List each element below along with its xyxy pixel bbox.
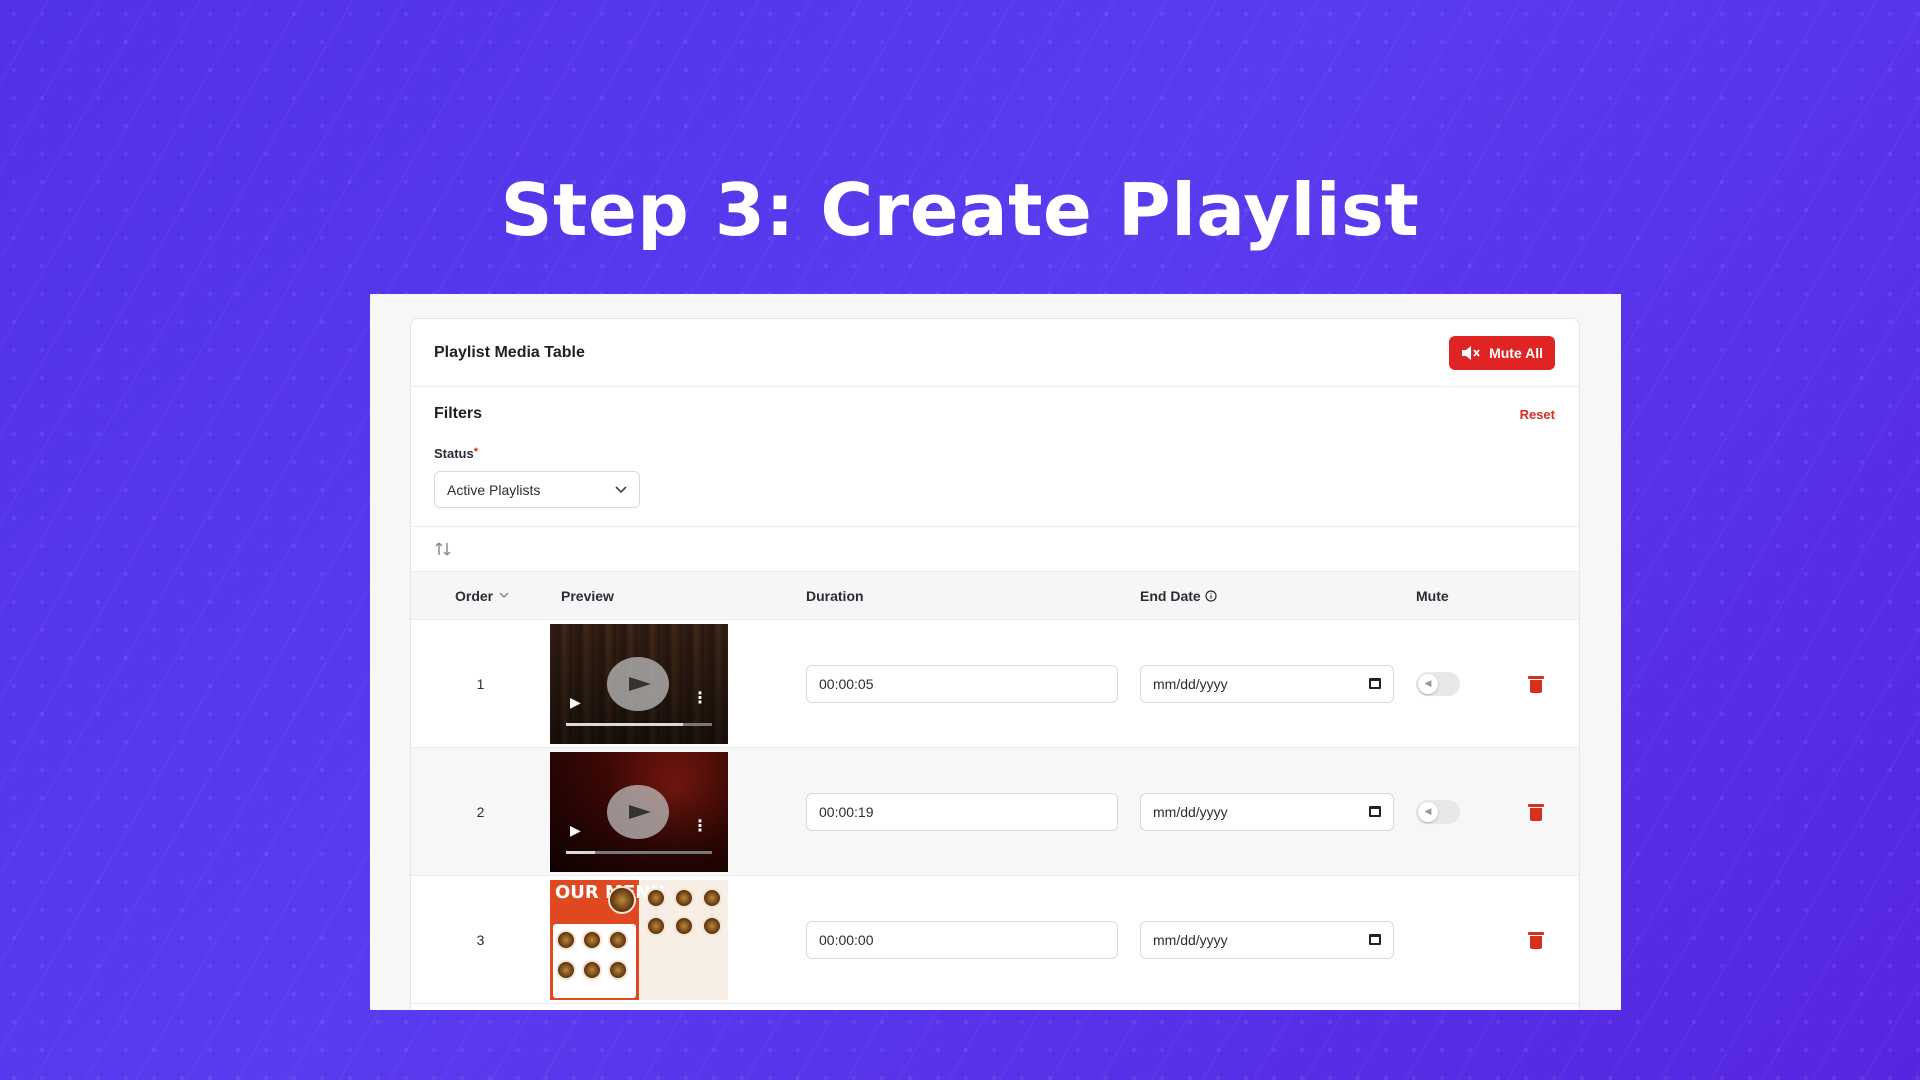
calendar-icon[interactable] [1369,934,1381,945]
hero-title: Step 3: Create Playlist [500,168,1420,252]
status-label-text: Status [434,446,474,461]
end-date-input[interactable]: mm/dd/yyyy [1140,792,1394,831]
status-label: Status* [434,446,1555,461]
column-order-label: Order [455,587,494,604]
calendar-icon[interactable] [1369,678,1381,689]
mute-all-label: Mute All [1489,344,1543,361]
filters-panel: Filters Reset Status* Active Playlists [411,387,1579,527]
mute-toggle[interactable]: ◀ [1416,799,1460,824]
video-progress-bar[interactable] [566,722,712,726]
row-preview: ▶ ⋮ [550,751,806,872]
row-order: 1 [476,675,485,692]
chevron-down-icon [499,592,509,598]
chevron-down-icon [615,485,627,493]
reset-link[interactable]: Reset [1520,407,1555,422]
trash-icon[interactable] [1528,803,1544,821]
column-order[interactable]: Order [411,588,550,604]
duration-input[interactable] [806,792,1118,831]
end-date-placeholder: mm/dd/yyyy [1153,931,1228,948]
more-options-icon[interactable]: ⋮ [692,688,708,708]
video-progress-bar[interactable] [566,850,712,854]
small-play-icon[interactable]: ▶ [570,822,581,839]
table-row: 3 OUR MENU 00:00:00 mm/dd/yyyy [411,876,1579,1004]
card-title: Playlist Media Table [434,343,585,361]
speaker-icon: ◀ [1418,673,1438,694]
duration-input[interactable] [806,920,1118,959]
row-preview: ▶ ⋮ [550,623,806,744]
end-date-input[interactable]: mm/dd/yyyy [1140,664,1394,703]
trash-icon[interactable] [1528,675,1544,693]
video-preview[interactable]: ▶ ⋮ [550,751,728,872]
table-header: Order Preview Duration End Date Mute [411,572,1579,620]
play-icon[interactable] [607,784,669,839]
table-row: 1 ▶ ⋮ mm/dd/yyyy ◀ [411,620,1579,748]
play-icon[interactable] [607,656,669,711]
playlist-media-card: Playlist Media Table Mute All Filters Re… [410,318,1580,1010]
video-preview[interactable]: ▶ ⋮ [550,623,728,744]
speaker-icon: ◀ [1418,801,1438,822]
column-duration: Duration [806,587,864,604]
speaker-muted-icon [1462,345,1480,360]
small-play-icon[interactable]: ▶ [570,694,581,711]
column-preview: Preview [561,587,614,604]
app-screenshot: Playlist Media Table Mute All Filters Re… [370,294,1621,1010]
image-preview[interactable]: OUR MENU [550,879,728,1000]
mute-toggle[interactable]: ◀ [1416,671,1460,696]
info-icon[interactable] [1205,589,1217,602]
calendar-icon[interactable] [1369,806,1381,817]
end-date-input[interactable]: mm/dd/yyyy [1140,920,1394,959]
end-date-placeholder: mm/dd/yyyy [1153,675,1228,692]
sort-icon[interactable] [434,540,452,558]
column-end-date-label: End Date [1140,587,1201,604]
status-select[interactable]: Active Playlists [434,471,640,508]
column-end-date: End Date [1140,588,1416,604]
row-order: 2 [476,803,485,820]
sort-toolbar [411,527,1579,572]
row-order: 3 [476,931,485,948]
trash-icon[interactable] [1528,931,1544,949]
column-mute: Mute [1416,587,1449,604]
end-date-placeholder: mm/dd/yyyy [1153,803,1228,820]
card-header: Playlist Media Table Mute All [411,319,1579,387]
status-select-value: Active Playlists [447,481,541,498]
duration-input[interactable] [806,664,1118,703]
filters-title: Filters [434,405,483,422]
row-preview: OUR MENU [550,879,806,1000]
mute-all-button[interactable]: Mute All [1449,335,1555,370]
required-mark: * [473,446,479,458]
table-row: 2 ▶ ⋮ mm/dd/yyyy ◀ [411,748,1579,876]
more-options-icon[interactable]: ⋮ [692,816,708,836]
